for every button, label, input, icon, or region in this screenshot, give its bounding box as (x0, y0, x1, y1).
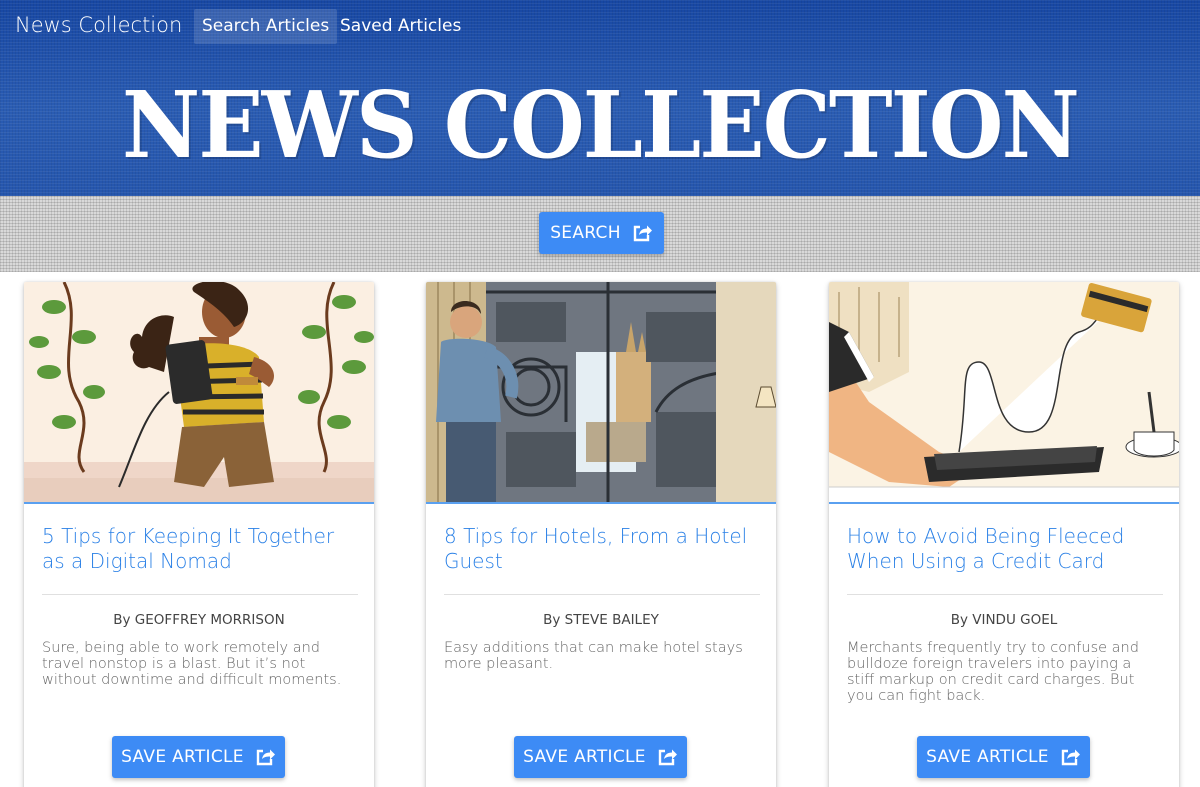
nav-saved-articles[interactable]: Saved Articles (332, 9, 469, 44)
article-card: 8 Tips for Hotels, From a Hotel Guest By… (426, 282, 776, 787)
article-title[interactable]: 8 Tips for Hotels, From a Hotel Guest (444, 524, 760, 574)
article-author: By GEOFFREY MORRISON (113, 612, 285, 628)
card-divider (42, 594, 358, 595)
search-button[interactable]: SEARCH (539, 212, 664, 254)
brand-link[interactable]: News Collection (15, 13, 182, 37)
save-article-label: SAVE ARTICLE (523, 747, 646, 767)
card-divider (847, 594, 1163, 595)
article-title[interactable]: How to Avoid Being Fleeced When Using a … (847, 524, 1163, 574)
save-article-label: SAVE ARTICLE (121, 747, 244, 767)
save-article-button[interactable]: SAVE ARTICLE (112, 736, 285, 778)
page-header: News Collection Search Articles Saved Ar… (0, 0, 1200, 196)
article-summary: Sure, being able to work remotely and tr… (42, 640, 342, 688)
card-divider (444, 594, 760, 595)
article-image-credit-card[interactable] (829, 282, 1179, 504)
save-article-label: SAVE ARTICLE (926, 747, 1049, 767)
nav-search-articles[interactable]: Search Articles (194, 9, 338, 44)
share-square-icon (1059, 746, 1081, 768)
share-square-icon (656, 746, 678, 768)
article-title[interactable]: 5 Tips for Keeping It Together as a Digi… (42, 524, 358, 574)
hero-title: NEWS COLLECTION (122, 71, 1080, 179)
article-image-nomad[interactable] (24, 282, 374, 504)
save-article-button[interactable]: SAVE ARTICLE (917, 736, 1090, 778)
navbar: News Collection Search Articles Saved Ar… (0, 0, 1200, 54)
share-square-icon (254, 746, 276, 768)
article-card: How to Avoid Being Fleeced When Using a … (829, 282, 1179, 787)
article-summary: Easy additions that can make hotel stays… (444, 640, 743, 672)
search-button-label: SEARCH (550, 223, 621, 243)
article-image-hotel[interactable] (426, 282, 776, 504)
article-author: By VINDU GOEL (950, 612, 1058, 628)
article-summary: Merchants frequently try to confuse and … (847, 640, 1139, 704)
article-card: 5 Tips for Keeping It Together as a Digi… (24, 282, 374, 787)
share-square-icon (631, 222, 653, 244)
article-author: By STEVE BAILEY (543, 612, 659, 628)
save-article-button[interactable]: SAVE ARTICLE (514, 736, 687, 778)
